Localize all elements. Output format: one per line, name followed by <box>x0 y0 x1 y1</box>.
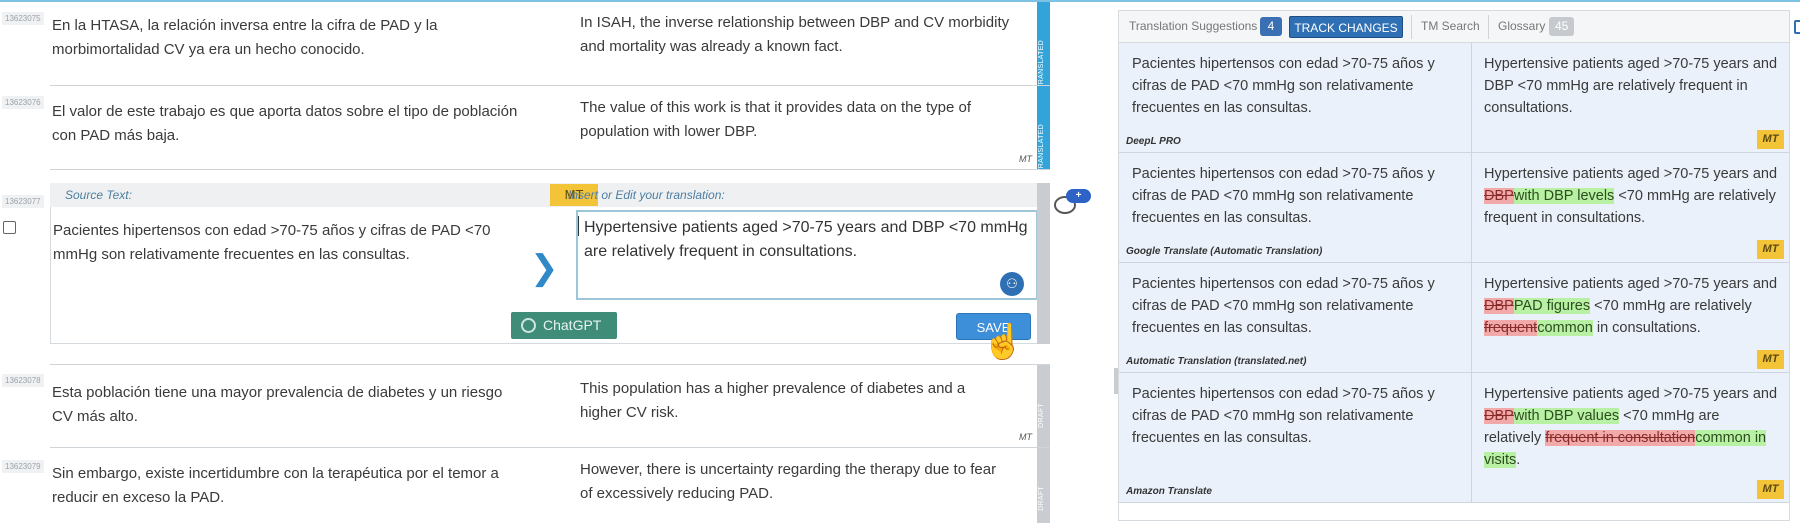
hand-cursor-icon: ☝ <box>982 323 1025 361</box>
tab-divider <box>1411 15 1412 39</box>
segment-checkbox[interactable] <box>3 221 16 234</box>
suggestion-engine: Amazon Translate <box>1126 486 1212 497</box>
suggestion-engine: Automatic Translation (translated.net) <box>1126 356 1307 367</box>
origin-mt-label: MT <box>1019 432 1032 442</box>
suggestion-source: Pacientes hipertensos con edad >70-75 añ… <box>1132 386 1435 446</box>
unchanged-text: in consultations. <box>1592 320 1701 336</box>
suggestion-engine: DeepL PRO <box>1126 136 1181 147</box>
suggestion-item[interactable]: Pacientes hipertensos con edad >70-75 añ… <box>1119 43 1789 153</box>
suggestion-divider <box>1471 43 1472 152</box>
deleted-text: frequent <box>1484 320 1538 336</box>
suggestion-divider <box>1471 153 1472 262</box>
status-bar-draft[interactable]: DRAFT <box>1037 448 1050 523</box>
segment-source: En la HTASA, la relación inversa entre l… <box>52 17 438 58</box>
segment-id: 13623077 <box>2 195 44 208</box>
chatgpt-button[interactable]: ChatGPT <box>511 312 617 339</box>
source-text-label: Source Text: <box>65 188 132 202</box>
origin-mt-label: MT <box>1019 154 1032 164</box>
suggestion-target: Hypertensive patients aged >70-75 years … <box>1484 163 1779 229</box>
segment-box: El valor de este trabajo es que aporta d… <box>50 86 1050 173</box>
segment-row[interactable]: 13623079 Sin embargo, existe incertidumb… <box>0 448 1060 523</box>
inserted-text: common <box>1537 320 1593 336</box>
segment-source: Esta población tiene una mayor prevalenc… <box>52 384 503 425</box>
segment-box: En la HTASA, la relación inversa entre l… <box>50 2 1050 89</box>
status-label: DRAFT <box>1038 486 1045 511</box>
suggestion-source: Pacientes hipertensos con edad >70-75 añ… <box>1132 56 1435 116</box>
segment-id: 13623078 <box>2 374 44 387</box>
deleted-text: frequent in consultation <box>1545 430 1696 446</box>
chatgpt-icon <box>521 318 536 333</box>
inserted-text: PAD figures <box>1513 298 1591 314</box>
status-bar-draft[interactable] <box>1037 183 1050 344</box>
tab-tm-search[interactable]: TM Search <box>1421 19 1480 33</box>
segment-row[interactable]: 13623078 Esta población tiene una mayor … <box>0 364 1060 448</box>
suggestion-target: Hypertensive patients aged >70-75 years … <box>1484 56 1778 116</box>
segment-target[interactable]: The value of this work is that it provid… <box>580 96 1010 144</box>
unchanged-text: Hypertensive patients aged >70-75 years … <box>1484 276 1778 292</box>
translation-input[interactable]: Hypertensive patients aged >70-75 years … <box>576 210 1038 300</box>
status-bar-translated[interactable]: TRANSLATED <box>1037 2 1050 89</box>
suggestion-target: Hypertensive patients aged >70-75 years … <box>1484 383 1779 471</box>
segment-target[interactable]: However, there is uncertainty regarding … <box>580 458 1010 506</box>
segment-box: Sin embargo, existe incertidumbre con la… <box>50 448 1050 523</box>
suggestion-mt-badge: MT <box>1757 130 1784 149</box>
status-label: TRANSLATED <box>1038 124 1045 173</box>
spellcheck-glasses-icon[interactable]: ⚇ <box>1000 272 1024 296</box>
deleted-text: DBP <box>1484 188 1514 204</box>
suggestion-target: Hypertensive patients aged >70-75 years … <box>1484 273 1779 339</box>
segment-id: 13623076 <box>2 96 44 109</box>
unchanged-text: . <box>1516 452 1521 468</box>
status-label: DRAFT <box>1038 403 1045 428</box>
segment-id: 13623079 <box>2 460 44 473</box>
segment-row[interactable]: 13623075 En la HTASA, la relación invers… <box>0 2 1060 89</box>
status-bar-draft[interactable]: DRAFT <box>1037 365 1050 447</box>
tab-glossary[interactable]: Glossary <box>1498 19 1545 33</box>
segment-target[interactable]: This population has a higher prevalence … <box>580 377 1010 425</box>
text-caret <box>578 216 579 236</box>
segment-box: Esta población tiene una mayor prevalenc… <box>50 364 1050 448</box>
status-label: TRANSLATED <box>1038 40 1045 89</box>
segment-row[interactable]: 13623076 El valor de este trabajo es que… <box>0 86 1060 173</box>
inserted-text: with DBP levels <box>1513 188 1615 204</box>
deleted-text: DBP <box>1484 408 1514 424</box>
suggestion-divider <box>1471 263 1472 372</box>
suggestion-divider <box>1471 373 1472 502</box>
segment-source: Sin embargo, existe incertidumbre con la… <box>52 465 499 506</box>
suggestion-item[interactable]: Pacientes hipertensos con edad >70-75 añ… <box>1119 153 1789 263</box>
active-source-text: Pacientes hipertensos con edad >70-75 añ… <box>53 222 491 263</box>
add-comment-badge[interactable]: + <box>1066 189 1091 203</box>
segment-id: 13623075 <box>2 12 44 25</box>
segment-source: El valor de este trabajo es que aporta d… <box>52 103 518 144</box>
tab-divider <box>1488 15 1489 39</box>
suggestion-engine: Google Translate (Automatic Translation) <box>1126 246 1323 257</box>
unchanged-text: Hypertensive patients aged >70-75 years … <box>1484 386 1778 402</box>
suggestion-item[interactable]: Pacientes hipertensos con edad >70-75 añ… <box>1119 373 1789 503</box>
panel-tabs: Translation Suggestions 4 TRACK CHANGES … <box>1119 11 1789 43</box>
suggestions-count-badge: 4 <box>1260 17 1282 36</box>
inserted-text: with DBP values <box>1513 408 1620 424</box>
track-changes-button[interactable]: TRACK CHANGES <box>1289 16 1403 38</box>
edit-translation-label: Insert or Edit your translation: <box>568 188 725 202</box>
pop-out-icon[interactable] <box>1794 20 1800 34</box>
suggestion-mt-badge: MT <box>1757 240 1784 259</box>
chatgpt-label: ChatGPT <box>543 317 602 333</box>
glossary-count-badge: 45 <box>1549 17 1575 36</box>
suggestion-mt-badge: MT <box>1757 350 1784 369</box>
copy-source-arrow-icon[interactable]: ❯ <box>530 251 559 285</box>
active-segment-header: Source Text: MT Insert or Edit your tran… <box>50 183 1050 207</box>
suggestions-panel: Translation Suggestions 4 TRACK CHANGES … <box>1118 10 1800 521</box>
tab-translation-suggestions[interactable]: Translation Suggestions <box>1129 19 1257 33</box>
segment-editor: 13623075 En la HTASA, la relación invers… <box>0 2 1120 523</box>
suggestion-mt-badge: MT <box>1757 480 1784 499</box>
unchanged-text: Hypertensive patients aged >70-75 years … <box>1484 166 1778 182</box>
suggestion-item[interactable]: Pacientes hipertensos con edad >70-75 añ… <box>1119 263 1789 373</box>
status-bar-translated[interactable]: TRANSLATED <box>1037 86 1050 173</box>
deleted-text: DBP <box>1484 298 1514 314</box>
unchanged-text: <70 mmHg are relatively <box>1590 298 1752 314</box>
suggestion-source: Pacientes hipertensos con edad >70-75 añ… <box>1132 166 1435 226</box>
suggestion-source: Pacientes hipertensos con edad >70-75 añ… <box>1132 276 1435 336</box>
segment-target[interactable]: In ISAH, the inverse relationship betwee… <box>580 11 1010 59</box>
